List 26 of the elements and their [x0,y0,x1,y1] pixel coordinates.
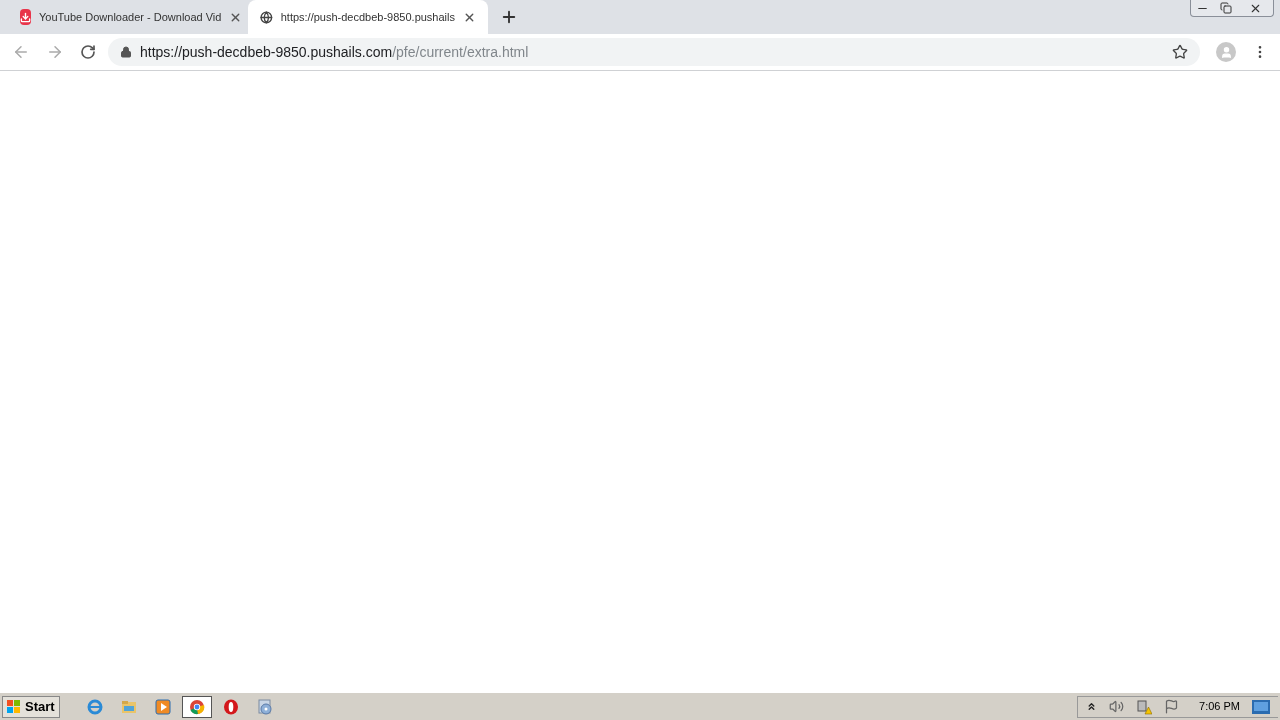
restore-icon[interactable] [1220,2,1232,14]
speaker-icon[interactable] [1109,699,1125,714]
installer-icon [255,697,274,716]
flag-icon[interactable] [1164,699,1180,714]
url-text: https://push-decdbeb-9850.pushails.com/pfe/current/extra.html [140,42,529,62]
new-tab-icon[interactable] [500,8,518,26]
browser-e-icon [85,697,104,716]
taskbar-button[interactable] [181,695,212,718]
globe-icon [260,9,273,25]
address-field[interactable]: https://push-decdbeb-9850.pushails.com/pfe/current/extra.html [108,38,1200,66]
tab-title: https://push-decdbeb-9850.pushails [280,9,455,25]
opera-icon [222,698,239,715]
start-button[interactable]: Start [2,695,60,718]
reload-icon[interactable] [80,44,96,60]
play-icon [154,698,171,715]
folder-icon [120,699,137,714]
tab-title: YouTube Downloader - Download Vid [39,9,222,25]
browser-tab[interactable]: https://push-decdbeb-9850.pushails [248,0,488,34]
clock[interactable]: 7:06 PM [1199,698,1240,715]
chrome-icon [188,698,205,715]
download-icon [20,9,31,25]
lock-icon [120,46,132,58]
bookmark-star-icon[interactable] [1172,44,1188,60]
desktop-icon[interactable] [1252,699,1270,714]
close-icon[interactable] [1249,2,1262,15]
windows-logo-icon [7,699,21,714]
